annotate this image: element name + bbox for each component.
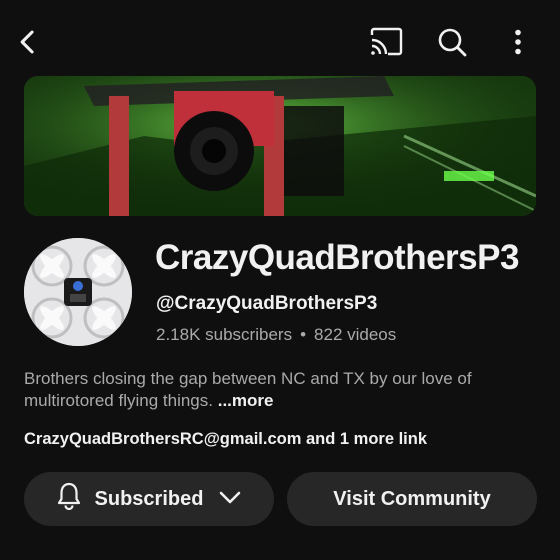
bell-icon [57,482,81,516]
video-count: 822 videos [314,325,397,344]
search-icon[interactable] [432,22,472,62]
description-more-link[interactable]: ...more [218,391,274,410]
back-arrow-icon[interactable] [8,22,48,62]
more-vert-icon[interactable] [498,22,538,62]
channel-stats: 2.18K subscribers • 822 videos [156,325,396,345]
chevron-down-icon [219,488,241,511]
top-app-bar [0,0,560,80]
subscribed-button[interactable]: Subscribed [24,472,274,526]
channel-links[interactable]: CrazyQuadBrothersRC@gmail.com and 1 more… [24,430,427,449]
visit-community-label: Visit Community [333,487,491,510]
channel-banner [24,76,536,216]
subscribed-label: Subscribed [94,487,204,510]
cast-icon[interactable] [366,22,406,62]
channel-name: CrazyQuadBrothersP3 [155,238,519,277]
channel-description[interactable]: Brothers closing the gap between NC and … [24,368,544,412]
channel-avatar[interactable] [24,238,132,346]
channel-handle: @CrazyQuadBrothersP3 [156,293,378,314]
subscriber-count: 2.18K subscribers [156,325,293,344]
visit-community-button[interactable]: Visit Community [287,472,537,526]
stats-separator: • [300,325,307,344]
